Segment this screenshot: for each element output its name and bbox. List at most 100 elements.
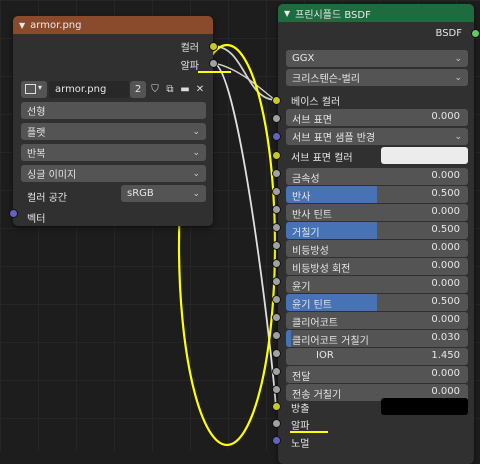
- bsdf-input-socket[interactable]: [272, 259, 281, 268]
- bsdf-input-socket[interactable]: [272, 169, 281, 178]
- bsdf-output-socket[interactable]: [471, 29, 480, 38]
- slider-value: 0.000: [431, 260, 460, 271]
- slider-label: 반사 틴트: [292, 210, 332, 221]
- bsdf-input-socket[interactable]: [272, 349, 281, 358]
- emission-socket[interactable]: [272, 402, 281, 411]
- close-icon[interactable]: ✕: [193, 82, 207, 97]
- bsdf-input-socket[interactable]: [272, 223, 281, 232]
- chevron-down-icon: ⌄: [192, 168, 200, 179]
- chevron-down-icon: ⌄: [192, 126, 200, 137]
- interpolation-field[interactable]: 선형: [21, 102, 206, 119]
- bsdf-input-slider[interactable]: IOR 1.450: [286, 348, 468, 365]
- bsdf-input-slider[interactable]: 반사 0.500: [286, 186, 468, 203]
- colorspace-dropdown[interactable]: sRGB ⌄: [121, 185, 206, 202]
- slider-label: IOR: [316, 350, 334, 361]
- slider-value: 0.000: [431, 386, 460, 397]
- slider-label: 윤기 틴트: [292, 300, 332, 311]
- bsdf-input-slider[interactable]: 윤기 0.000: [286, 276, 468, 293]
- bsdf-input-slider[interactable]: 거칠기 0.500: [286, 222, 468, 239]
- subsurface-socket[interactable]: [272, 114, 281, 123]
- bsdf-input-slider[interactable]: 비등방성 0.000: [286, 240, 468, 257]
- image-texture-node[interactable]: ▼ armor.png 컬러 알파 ▾ armor.png 2 ⛉ ⧉ ▬ ✕ …: [13, 16, 213, 226]
- image-icon: [25, 84, 36, 94]
- slider-label: 전달: [292, 372, 311, 383]
- slider-value: 0.000: [431, 170, 460, 181]
- slider-label: 비등방성: [292, 246, 329, 257]
- slider-value: 0.000: [431, 242, 460, 253]
- bsdf-input-socket[interactable]: [272, 313, 281, 322]
- base-color-label: 베이스 컬러: [291, 97, 341, 108]
- image-name-field[interactable]: armor.png: [49, 81, 129, 98]
- slider-fill: [286, 330, 292, 347]
- bsdf-input-socket[interactable]: [272, 241, 281, 250]
- bsdf-input-socket[interactable]: [272, 277, 281, 286]
- slider-value: 0.030: [431, 332, 460, 343]
- subsurface-method-dropdown[interactable]: 크리스텐슨-벌리 ⌄: [286, 69, 468, 86]
- output-color-socket[interactable]: [209, 42, 218, 51]
- bsdf-input-slider[interactable]: 비등방성 회전 0.000: [286, 258, 468, 275]
- vector-input-label: 벡터: [27, 214, 46, 225]
- slider-value: 0.000: [431, 278, 460, 289]
- slider-label: 윤기: [292, 282, 311, 293]
- extension-dropdown[interactable]: 반복 ⌄: [21, 144, 206, 161]
- emission-label: 방출: [291, 404, 310, 415]
- bsdf-node-header[interactable]: ▼ 프린시플드 BSDF: [278, 4, 474, 22]
- image-browse-button[interactable]: ▾: [21, 81, 47, 98]
- chevron-down-icon: ⌄: [454, 53, 462, 64]
- subsurface-radius-socket[interactable]: [272, 132, 281, 141]
- annotation-underline-alpha-output: [198, 71, 231, 73]
- folder-icon[interactable]: ▬: [178, 82, 192, 97]
- duplicate-icon[interactable]: ⧉: [163, 82, 177, 97]
- users-count[interactable]: 2: [130, 81, 146, 98]
- bsdf-input-slider[interactable]: 전달 0.000: [286, 366, 468, 383]
- slider-value: 0.000: [431, 368, 460, 379]
- bsdf-input-socket[interactable]: [272, 295, 281, 304]
- slider-label: 클리어코트: [292, 318, 338, 329]
- chevron-down-icon: ⌄: [192, 147, 200, 158]
- subsurface-radius-dropdown[interactable]: 서브 표면 샘플 반경 ⌄: [286, 128, 468, 145]
- subsurface-color-swatch[interactable]: [381, 147, 468, 164]
- image-node-header[interactable]: ▼ armor.png: [13, 16, 213, 34]
- source-dropdown[interactable]: 싱글 이미지 ⌄: [21, 165, 206, 182]
- distribution-dropdown[interactable]: GGX ⌄: [286, 50, 468, 67]
- bsdf-input-socket[interactable]: [272, 187, 281, 196]
- normal-input-socket[interactable]: [272, 436, 281, 445]
- projection-dropdown[interactable]: 플랫 ⌄: [21, 123, 206, 140]
- bsdf-input-socket[interactable]: [272, 205, 281, 214]
- collapse-triangle-icon[interactable]: ▼: [19, 21, 25, 30]
- alpha-input-socket[interactable]: [272, 419, 281, 428]
- vector-input-socket[interactable]: [9, 209, 18, 218]
- chevron-down-icon: ▾: [38, 83, 43, 92]
- normal-input-label: 노멀: [291, 439, 310, 450]
- slider-value: 0.000: [431, 314, 460, 325]
- bsdf-input-slider[interactable]: 클리어코트 거칠기 0.030: [286, 330, 468, 347]
- slider-label: 반사: [292, 192, 311, 203]
- slider-label: 클리어코트 거칠기: [292, 336, 369, 347]
- bsdf-input-socket[interactable]: [272, 367, 281, 376]
- subsurface-color-label: 서브 표면 컬러: [291, 153, 353, 164]
- output-alpha-socket[interactable]: [209, 59, 218, 68]
- slider-label: 거칠기: [292, 228, 320, 239]
- chevron-down-icon: ⌄: [454, 72, 462, 83]
- base-color-socket[interactable]: [272, 96, 281, 105]
- bsdf-input-slider[interactable]: 클리어코트 0.000: [286, 312, 468, 329]
- emission-color-swatch[interactable]: [381, 398, 468, 415]
- bsdf-input-slider[interactable]: 윤기 틴트 0.500: [286, 294, 468, 311]
- slider-value: 0.500: [431, 224, 460, 235]
- output-color-label: 컬러: [180, 43, 199, 54]
- bsdf-input-socket[interactable]: [272, 331, 281, 340]
- principled-bsdf-node[interactable]: ▼ 프린시플드 BSDF BSDF GGX ⌄ 크리스텐슨-벌리 ⌄ 베이스 컬러 …: [278, 4, 474, 464]
- slider-value: 0.500: [431, 188, 460, 199]
- slider-value: 1.450: [431, 350, 460, 361]
- fake-user-shield-icon[interactable]: ⛉: [148, 82, 162, 97]
- chevron-down-icon: ⌄: [454, 131, 462, 142]
- bsdf-input-slider[interactable]: 금속성 0.000: [286, 168, 468, 185]
- subsurface-color-socket[interactable]: [272, 151, 281, 160]
- slider-value: 0.000: [431, 206, 460, 217]
- slider-label: 전송 거칠기: [292, 390, 342, 401]
- link-alpha-to-base-color: [212, 62, 277, 101]
- bsdf-input-socket[interactable]: [272, 385, 281, 394]
- bsdf-input-slider[interactable]: 반사 틴트 0.000: [286, 204, 468, 221]
- subsurface-slider[interactable]: 서브 표면 0.000: [286, 109, 468, 126]
- collapse-triangle-icon[interactable]: ▼: [284, 9, 290, 18]
